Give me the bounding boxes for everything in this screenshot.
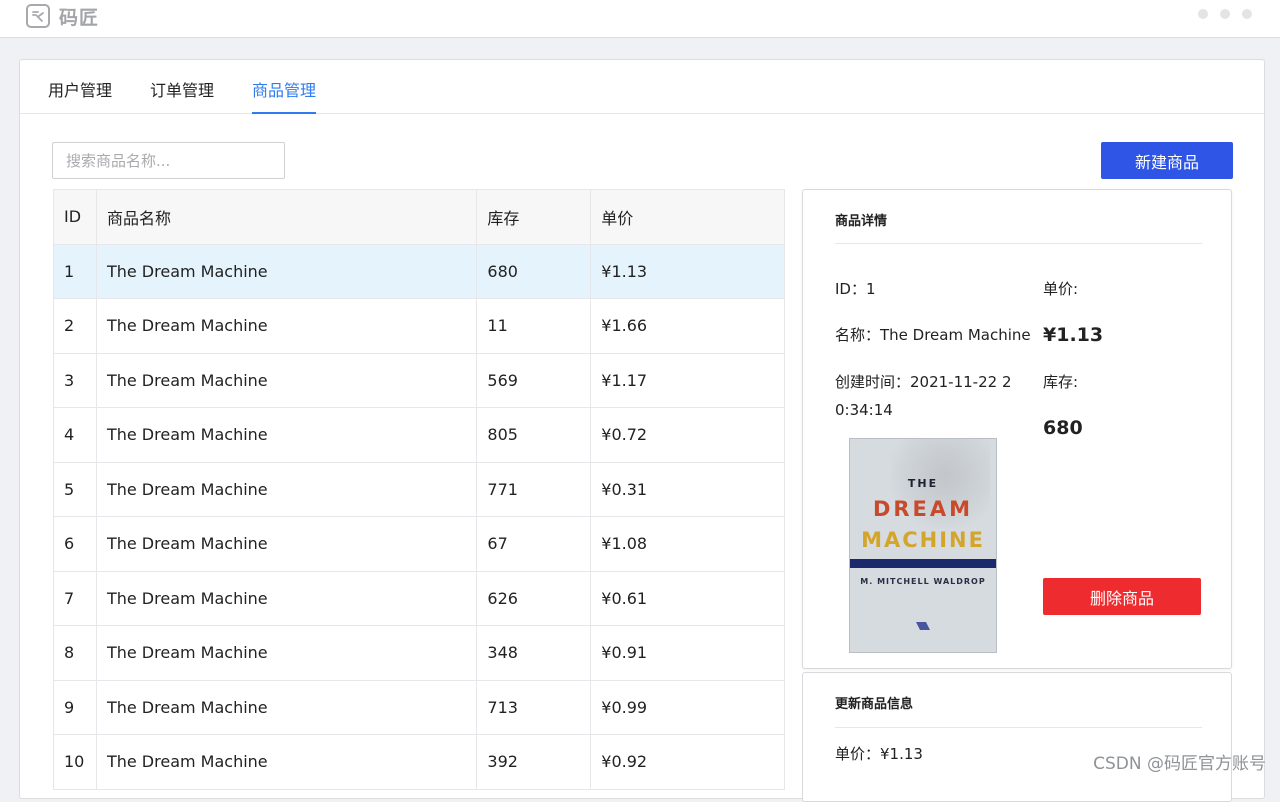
cell-stock: 67 [477,517,592,572]
cell-price: ¥0.31 [591,462,785,517]
cell-price: ¥0.91 [591,626,785,681]
product-table: ID 商品名称 库存 单价 1 The Dream Machine 680 ¥1.13… [53,189,785,790]
table-row[interactable]: 6 The Dream Machine 67 ¥1.08 [54,517,785,572]
publisher-logo-icon [914,617,932,636]
update-title: 更新商品信息 [835,697,914,712]
window-dot-icon[interactable] [1198,9,1208,19]
cell-stock: 569 [477,353,592,408]
cell-price: ¥1.66 [591,299,785,354]
cover-title-dream: DREAM [872,497,974,521]
cell-price: ¥1.17 [591,353,785,408]
table-row[interactable]: 8 The Dream Machine 348 ¥0.91 [54,626,785,681]
cell-name: The Dream Machine [96,299,478,354]
cell-price: ¥1.13 [591,244,785,299]
cell-stock: 680 [477,244,592,299]
column-header-stock[interactable]: 库存 [477,190,592,245]
tab-user-management[interactable]: 用户管理 [48,77,112,114]
cell-stock: 626 [477,571,592,626]
app-logo[interactable]: 码匠 [26,1,99,31]
cell-name: The Dream Machine [96,408,478,463]
table-row[interactable]: 5 The Dream Machine 771 ¥0.31 [54,462,785,517]
column-header-id[interactable]: ID [54,190,97,245]
logo-icon [26,4,50,28]
cell-id: 7 [54,571,97,626]
main-card: 用户管理 订单管理 商品管理 新建商品 ID 商品名称 库存 单价 1The D… [19,59,1265,802]
table-row[interactable]: 7 The Dream Machine 626 ¥0.61 [54,571,785,626]
cell-name: The Dream Machine [96,244,478,299]
top-bar: 码匠 [0,0,1280,38]
cell-name: The Dream Machine [96,626,478,681]
cell-price: ¥1.08 [591,517,785,572]
cell-stock: 805 [477,408,592,463]
cell-id: 10 [54,735,97,790]
tab-bar: 用户管理 订单管理 商品管理 [20,60,1264,114]
product-detail-panel: 商品详情 ID：1 名称：The Dream Machine 创建时间：2021… [802,189,1232,669]
cell-stock: 392 [477,735,592,790]
table-body: 1 The Dream Machine 680 ¥1.13 2 The Dream Mac… [54,244,785,790]
cover-title-the: THE [907,477,939,490]
cell-id: 1 [54,244,97,299]
table-header-row: ID 商品名称 库存 单价 [54,190,785,245]
cell-name: The Dream Machine [96,353,478,408]
detail-price-label: 单价: [1043,280,1079,298]
window-dot-icon[interactable] [1242,9,1252,19]
cover-title-machine: MACHINE [861,528,985,552]
cell-id: 5 [54,462,97,517]
table-row[interactable]: 10 The Dream Machine 392 ¥0.92 [54,735,785,790]
watermark: CSDN @码匠官方账号 [1093,754,1266,774]
cell-id: 4 [54,408,97,463]
table-row[interactable]: 3 The Dream Machine 569 ¥1.17 [54,353,785,408]
detail-stock-value: 680 [1043,417,1083,439]
cell-price: ¥0.99 [591,680,785,735]
cell-price: ¥0.92 [591,735,785,790]
table-row[interactable]: 1 The Dream Machine 680 ¥1.13 [54,244,785,299]
cell-id: 8 [54,626,97,681]
detail-id: ID：1 [835,280,876,298]
cell-name: The Dream Machine [96,462,478,517]
detail-title: 商品详情 [835,214,888,229]
logo-text: 码匠 [59,6,100,29]
update-price: 单价：¥1.13 [835,745,923,763]
cell-name: The Dream Machine [96,735,478,790]
window-controls [1198,9,1252,19]
cell-name: The Dream Machine [96,680,478,735]
table-row[interactable]: 9 The Dream Machine 713 ¥0.99 [54,680,785,735]
update-product-panel: 更新商品信息 单价：¥1.13 [802,672,1232,802]
window-dot-icon[interactable] [1220,9,1230,19]
cell-stock: 713 [477,680,592,735]
search-input[interactable] [52,142,285,179]
cell-id: 9 [54,680,97,735]
cell-stock: 771 [477,462,592,517]
tab-product-management[interactable]: 商品管理 [252,77,317,114]
cell-price: ¥0.72 [591,408,785,463]
new-product-button[interactable]: 新建商品 [1101,142,1233,179]
cell-name: The Dream Machine [96,571,478,626]
detail-created-line1: 创建时间：2021-11-22 2 [835,373,1012,391]
cell-id: 3 [54,353,97,408]
cell-id: 6 [54,517,97,572]
product-cover-image: THE DREAM MACHINE M. MITCHELL WALDROP [849,438,997,653]
cover-band [850,559,996,568]
detail-name: 名称：The Dream Machine [835,326,1031,344]
cell-id: 2 [54,299,97,354]
update-divider [835,727,1202,728]
detail-price-value: ¥1.13 [1043,324,1104,346]
cell-stock: 348 [477,626,592,681]
delete-product-button[interactable]: 删除商品 [1043,578,1201,615]
cell-name: The Dream Machine [96,517,478,572]
cell-stock: 11 [477,299,592,354]
tab-order-management[interactable]: 订单管理 [150,77,214,114]
detail-stock-label: 库存: [1043,373,1079,391]
column-header-price[interactable]: 单价 [591,190,785,245]
table-row[interactable]: 4 The Dream Machine 805 ¥0.72 [54,408,785,463]
detail-divider [835,243,1202,244]
cover-author: M. MITCHELL WALDROP [860,577,986,586]
detail-created-line2: 0:34:14 [835,401,893,419]
cell-price: ¥0.61 [591,571,785,626]
column-header-name[interactable]: 商品名称 [96,190,478,245]
table-row[interactable]: 2 The Dream Machine 11 ¥1.66 [54,299,785,354]
